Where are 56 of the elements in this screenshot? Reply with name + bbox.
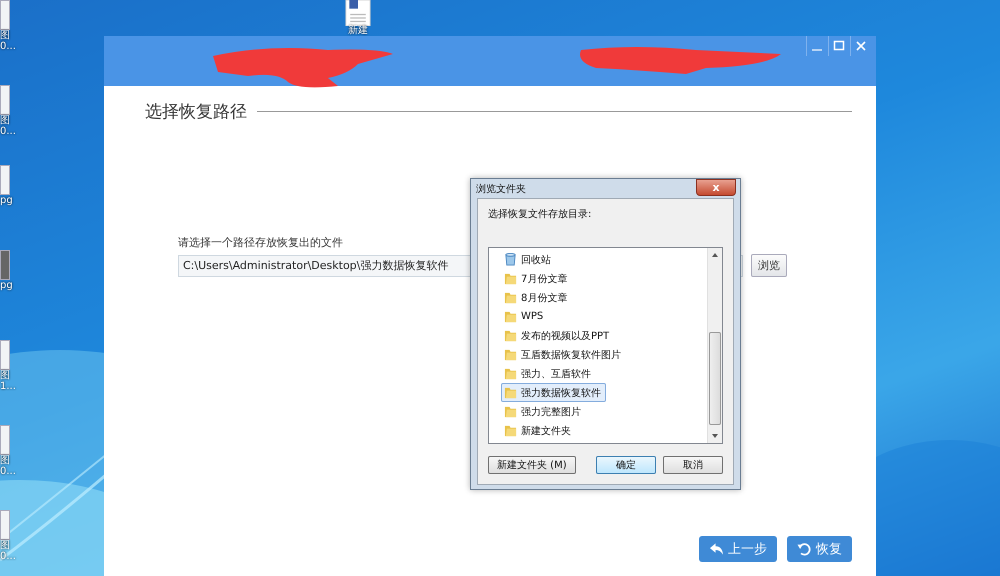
icon-label: 1...: [0, 381, 16, 392]
folder-item[interactable]: WPS: [501, 307, 548, 326]
file-icon[interactable]: [0, 425, 10, 455]
folder-icon: [504, 272, 517, 285]
close-icon: [855, 40, 867, 52]
icon-label: 0...: [0, 466, 16, 477]
path-label: 请选择一个路径存放恢复出的文件: [178, 235, 344, 250]
folder-icon: [504, 405, 517, 418]
cancel-button[interactable]: 取消: [663, 456, 723, 474]
folder-icon: [504, 348, 517, 361]
icon-label: 0...: [0, 41, 16, 52]
icon-label: 图: [0, 115, 10, 126]
folder-item[interactable]: 强力完整图片: [501, 402, 586, 421]
folder-item[interactable]: 强力数据恢复软件: [501, 383, 606, 402]
folder-icon: [504, 329, 517, 342]
scroll-up-icon[interactable]: [711, 252, 719, 258]
file-icon[interactable]: [0, 0, 10, 30]
back-arrow-icon: [709, 542, 724, 556]
undo-icon: [797, 542, 812, 556]
dialog-prompt: 选择恢复文件存放目录:: [488, 208, 592, 221]
file-icon[interactable]: [0, 250, 10, 280]
icon-label: 图: [0, 30, 10, 41]
file-icon[interactable]: [0, 340, 10, 370]
folder-item[interactable]: 新建文件夹: [501, 421, 576, 440]
folder-icon: [504, 424, 517, 437]
folder-item[interactable]: 发布的视频以及PPT: [501, 326, 614, 345]
dialog-title: 浏览文件夹: [476, 182, 526, 196]
icon-label: 0...: [0, 551, 16, 562]
ok-button[interactable]: 确定: [596, 456, 656, 474]
section-heading: 选择恢复路径: [145, 101, 247, 123]
folder-icon: [504, 291, 517, 304]
folder-item[interactable]: 互盾数据恢复软件图片: [501, 345, 626, 364]
scrollbar[interactable]: [707, 248, 722, 443]
maximize-icon: [833, 40, 845, 52]
recover-button[interactable]: 恢复: [787, 536, 852, 562]
file-icon[interactable]: [0, 165, 10, 195]
new-folder-button[interactable]: 新建文件夹 (M): [488, 456, 576, 474]
file-icon[interactable]: [0, 85, 10, 115]
icon-label: pg: [0, 195, 13, 206]
folder-icon: [504, 367, 517, 380]
icon-label: 图: [0, 540, 10, 551]
icon-label: 0...: [0, 126, 16, 137]
minimize-icon: [811, 49, 823, 51]
folder-icon: [504, 310, 517, 323]
icon-label: 图: [0, 370, 10, 381]
icon-label: 新建: [348, 26, 368, 36]
browse-button[interactable]: 浏览: [751, 254, 787, 277]
icon-label: pg: [0, 280, 13, 291]
folder-icon: [504, 386, 517, 399]
file-icon[interactable]: [0, 510, 10, 540]
back-button[interactable]: 上一步: [699, 536, 777, 562]
folder-item[interactable]: 强力、互盾软件: [501, 364, 596, 383]
icon-label: 图: [0, 455, 10, 466]
scroll-down-icon[interactable]: [711, 433, 719, 439]
folder-item[interactable]: 8月份文章: [501, 288, 572, 307]
recycle-bin-icon: [504, 253, 517, 266]
